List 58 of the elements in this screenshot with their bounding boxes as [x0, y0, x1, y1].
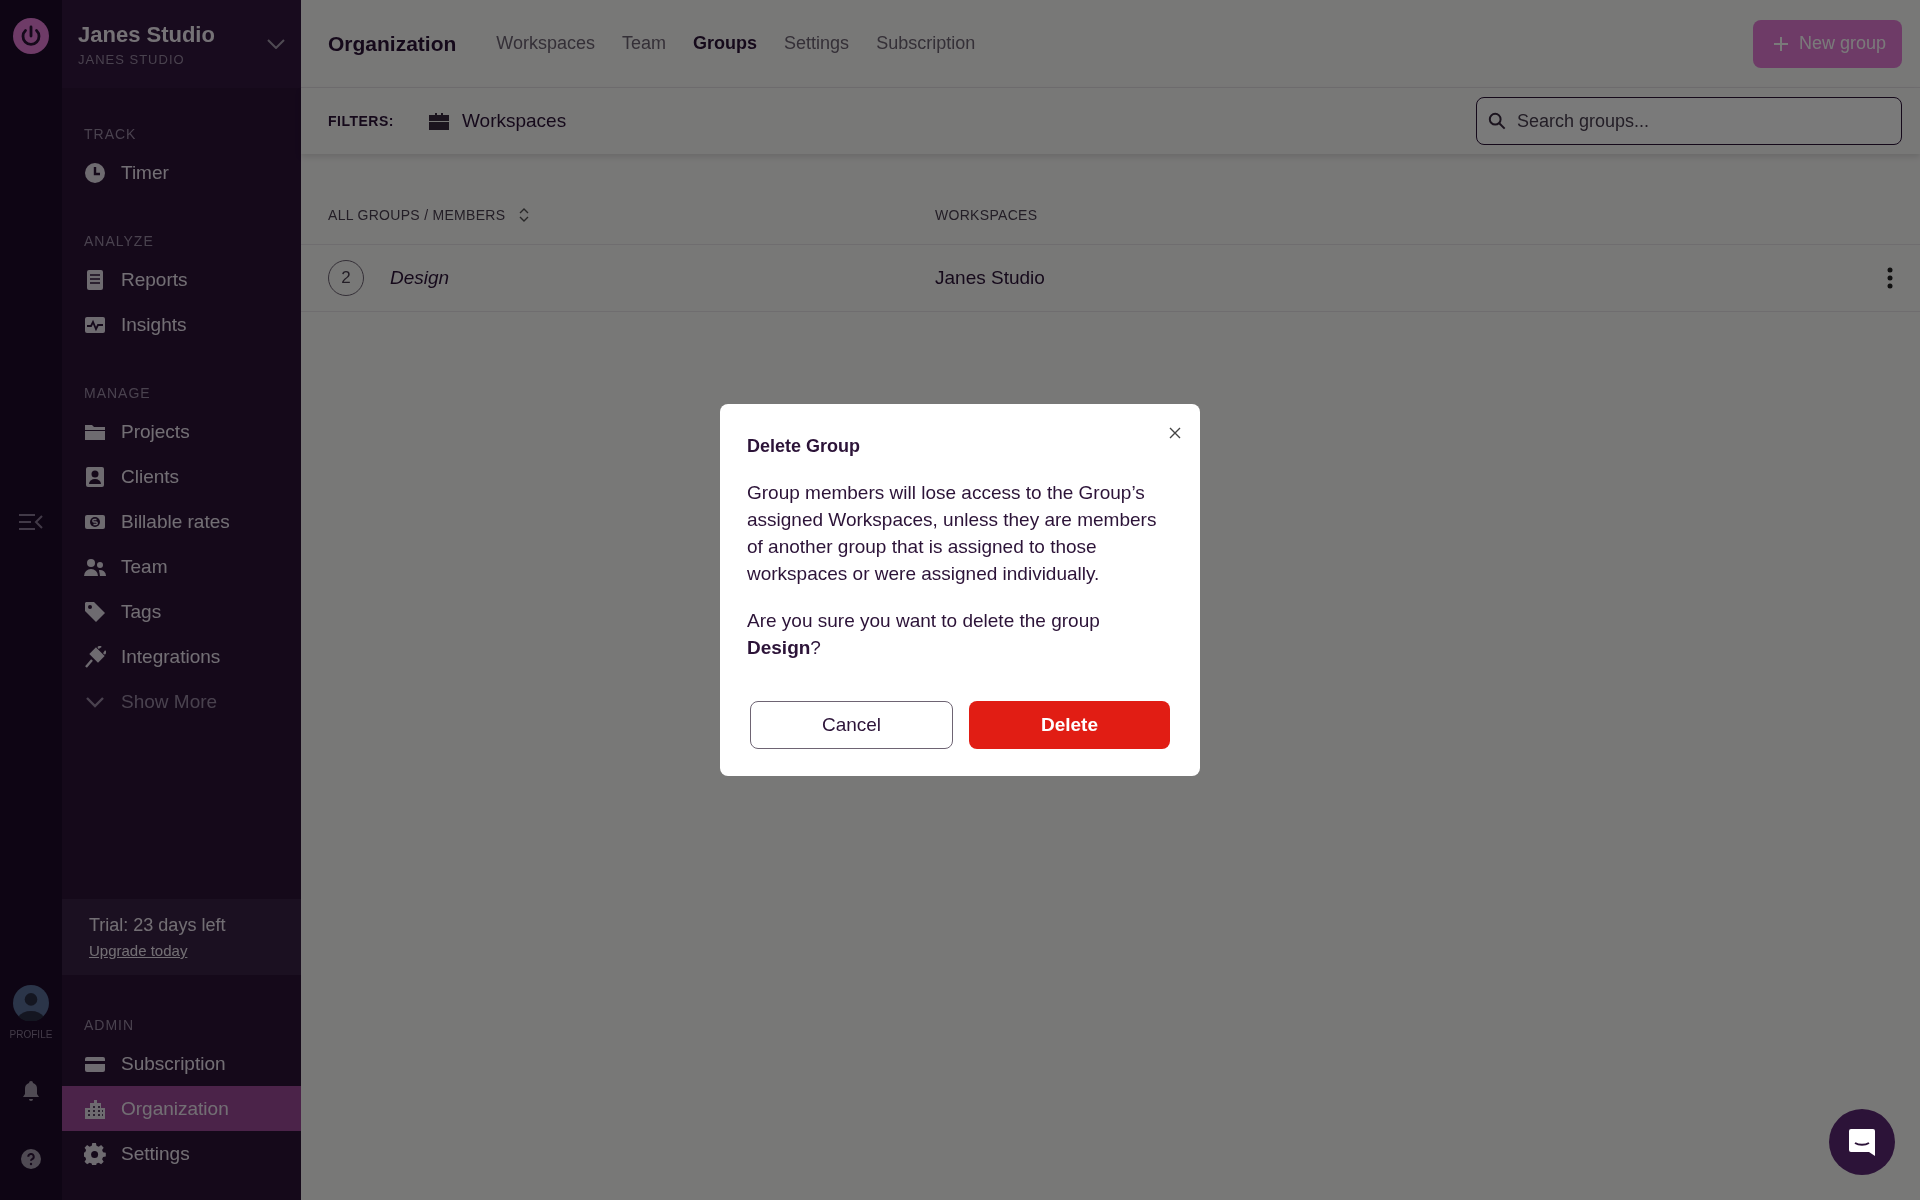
sidebar-item[interactable]: Timer	[62, 150, 301, 195]
search-field[interactable]: Search groups...	[1476, 97, 1902, 145]
more-options-icon[interactable]	[1887, 267, 1893, 289]
sort-icon[interactable]	[519, 207, 530, 223]
section-heading: ADMIN	[83, 1017, 136, 1033]
delete-button[interactable]: Delete	[969, 701, 1170, 749]
cancel-button[interactable]: Cancel	[750, 701, 953, 749]
document-icon	[84, 268, 106, 291]
group-name[interactable]: Design	[390, 267, 450, 289]
nav-tab[interactable]: Workspaces	[496, 33, 596, 54]
nav-tab[interactable]: Groups	[693, 33, 758, 54]
sidebar-item[interactable]: Projects	[62, 409, 301, 454]
trial-text: Trial: 23 days left	[89, 915, 227, 936]
nav-tab[interactable]: Team	[622, 33, 667, 54]
building-icon	[84, 1097, 106, 1120]
column-header: WORKSPACES	[935, 207, 1038, 223]
section-heading: ANALYZE	[83, 233, 155, 249]
sidebar-item[interactable]: Subscription	[62, 1041, 301, 1086]
settings-icon	[84, 1142, 106, 1165]
close-icon[interactable]	[1169, 427, 1181, 439]
plus-icon	[1772, 35, 1789, 52]
page-title: Organization	[328, 31, 457, 56]
briefcase-icon	[427, 111, 450, 131]
help-icon[interactable]	[21, 1148, 41, 1170]
plug-icon	[84, 645, 106, 668]
workspaces-filter[interactable]: Workspaces	[427, 110, 567, 132]
dialog-message: Group members will lose access to the Group’s assigned Workspaces, unless they are members of another group that is assigned to those workspaces or were assigned individually.	[747, 481, 1158, 586]
sidebar-item[interactable]: Reports	[62, 257, 301, 302]
dialog-question: Are you sure you want to delete the group Design?	[747, 609, 1101, 660]
sidebar-item[interactable]: Settings	[62, 1131, 301, 1176]
nav-tab[interactable]: Settings	[784, 33, 850, 54]
section-heading: TRACK	[83, 126, 138, 142]
sidebar-item[interactable]: Clients	[62, 454, 301, 499]
workspace-name: Janes Studio	[78, 21, 216, 48]
show-more-toggle[interactable]: Show More	[62, 679, 301, 724]
nav-tab[interactable]: Subscription	[876, 33, 976, 54]
sidebar-item[interactable]: Integrations	[62, 634, 301, 679]
collapse-menu-icon[interactable]	[18, 512, 44, 532]
dialog-title: Delete Group	[747, 436, 862, 457]
chevron-down-icon[interactable]	[267, 39, 285, 49]
sidebar-item[interactable]: Tags	[62, 589, 301, 634]
chat-bubble-icon[interactable]	[1829, 1109, 1895, 1175]
avatar-icon[interactable]	[13, 985, 49, 1021]
sidebar-item[interactable]: Organization	[62, 1086, 301, 1131]
sidebar-item[interactable]: Team	[62, 544, 301, 589]
upgrade-link[interactable]: Upgrade today	[89, 942, 188, 959]
power-logo-icon[interactable]	[13, 18, 49, 54]
table-cell-text: Janes Studio	[935, 267, 1046, 289]
section-heading: MANAGE	[83, 385, 152, 401]
column-header[interactable]: ALL GROUPS / MEMBERS	[328, 207, 506, 223]
bell-icon[interactable]	[21, 1080, 41, 1102]
contact-card-icon	[84, 465, 106, 488]
sidebar-item[interactable]: Insights	[62, 302, 301, 347]
search-icon	[1488, 112, 1506, 130]
sidebar-item[interactable]: Billable rates	[62, 499, 301, 544]
clock-icon	[84, 161, 106, 184]
tag-icon	[84, 600, 106, 623]
filters-label: FILTERS:	[328, 113, 394, 129]
